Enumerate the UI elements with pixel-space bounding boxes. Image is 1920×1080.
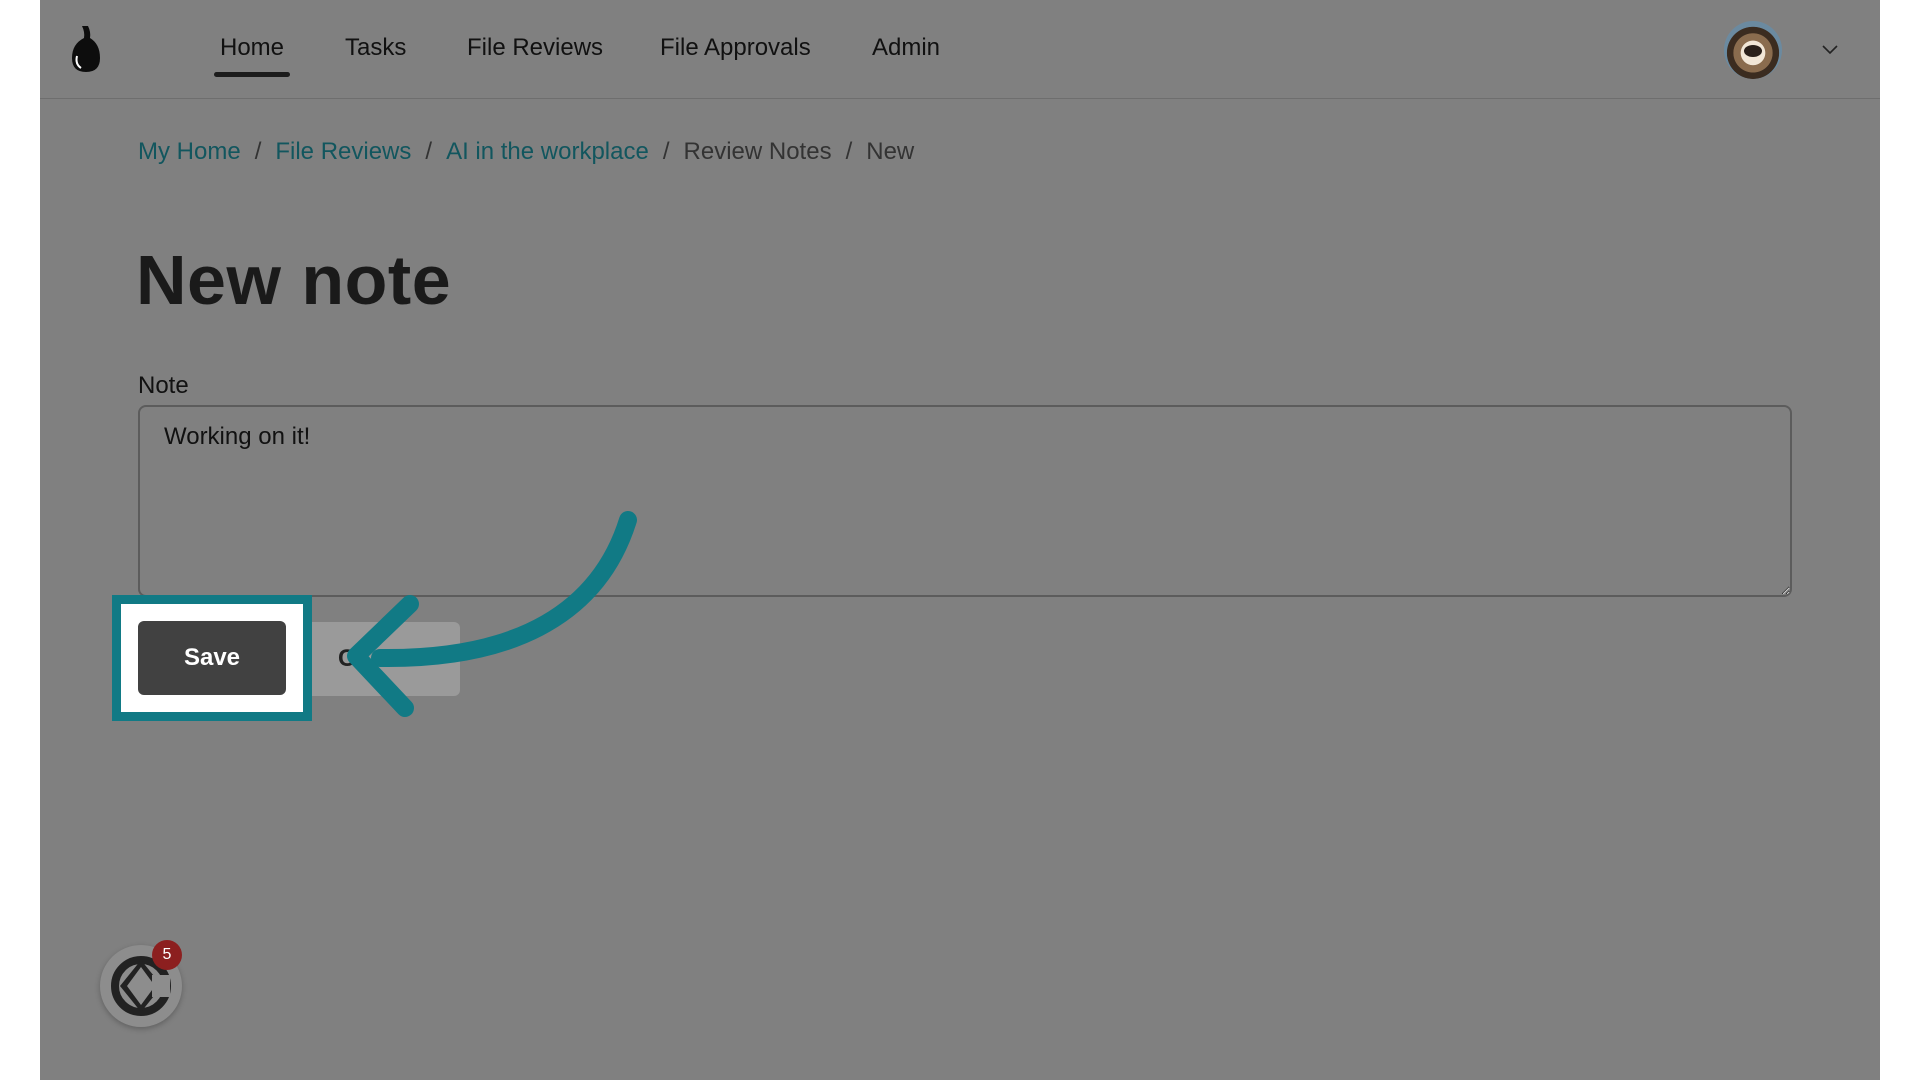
breadcrumb-ai-in-the-workplace[interactable]: AI in the workplace	[446, 138, 649, 166]
breadcrumb-my-home[interactable]: My Home	[138, 138, 241, 166]
breadcrumb-separator: /	[845, 138, 853, 165]
top-navigation-bar: Home Tasks File Reviews File Approvals A…	[40, 0, 1880, 99]
save-button[interactable]: Save	[138, 621, 286, 695]
nav-admin[interactable]: Admin	[872, 34, 940, 68]
nav-home[interactable]: Home	[213, 34, 291, 77]
breadcrumb-current: New	[866, 138, 915, 165]
notification-badge: 5	[152, 940, 182, 970]
note-textarea[interactable]: Working on it!	[138, 405, 1792, 597]
breadcrumb-separator: /	[425, 138, 433, 165]
user-avatar[interactable]	[1724, 21, 1782, 79]
page-title: New note	[136, 241, 452, 319]
breadcrumb-separator: /	[254, 138, 262, 165]
pear-logo-icon[interactable]	[68, 22, 108, 78]
nav-file-reviews[interactable]: File Reviews	[467, 34, 603, 68]
avatar-image	[1744, 45, 1762, 57]
breadcrumb-file-reviews[interactable]: File Reviews	[275, 138, 411, 166]
nav-tasks[interactable]: Tasks	[345, 34, 406, 68]
chevron-down-icon[interactable]	[1821, 43, 1839, 55]
cancel-button[interactable]: C	[290, 622, 460, 696]
breadcrumb-separator: /	[662, 138, 670, 165]
note-label: Note	[138, 372, 189, 399]
breadcrumb-review-notes[interactable]: Review Notes	[684, 138, 832, 166]
breadcrumb: My Home / File Reviews / AI in the workplace…	[138, 138, 914, 166]
app-window: Home Tasks File Reviews File Approvals A…	[40, 0, 1880, 1080]
nav-file-approvals[interactable]: File Approvals	[660, 34, 811, 68]
